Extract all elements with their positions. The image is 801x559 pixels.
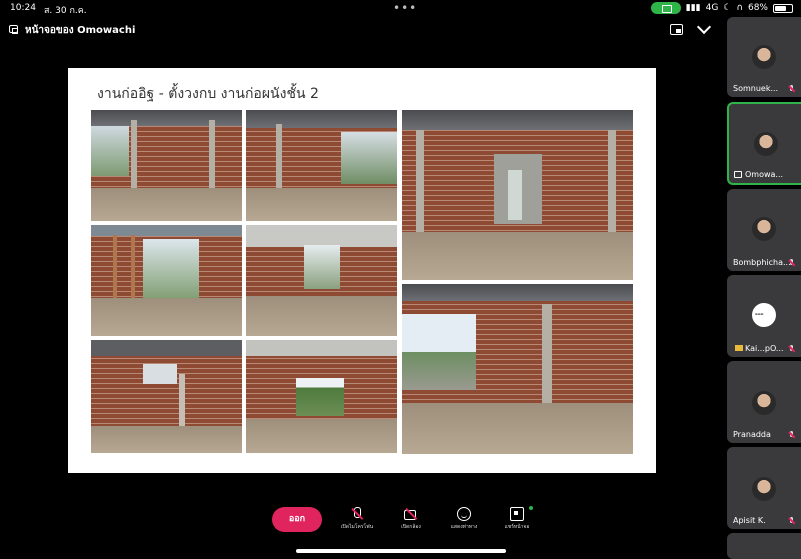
headphones-icon: ∩ [736, 3, 743, 13]
meeting-title: หน้าจอของ Omowachi [25, 25, 136, 36]
construction-photo [246, 225, 397, 336]
meeting-header: หน้าจอของ Omowachi [0, 19, 725, 40]
avatar [752, 391, 776, 415]
present-icon [9, 25, 18, 34]
avatar [752, 477, 776, 501]
mic-off-icon [350, 507, 364, 521]
camera-toggle-button[interactable]: เปิดกล้อง [389, 507, 433, 530]
mic-off-icon [788, 345, 795, 352]
home-indicator[interactable] [296, 549, 506, 553]
participant-tile[interactable]: Pranadda [727, 361, 801, 443]
screen-share-pill-icon[interactable] [650, 2, 681, 14]
mic-off-icon [788, 259, 795, 266]
construction-photo [246, 340, 397, 453]
construction-photo [91, 340, 242, 453]
camera-label: เปิดกล้อง [401, 524, 421, 530]
signal-icon: ▮▮▮ [685, 3, 701, 13]
construction-photo [402, 284, 633, 454]
participant-tile[interactable]: ▬▬▬ Kai...pO... [727, 275, 801, 357]
construction-photo [246, 110, 397, 221]
emoji-icon [457, 507, 471, 521]
network-type: 4G [705, 3, 719, 13]
mic-off-icon [788, 431, 795, 438]
mic-off-icon [788, 517, 795, 524]
construction-photo [91, 225, 242, 336]
share-screen-button[interactable]: แชร์หน้าจอ [495, 507, 539, 530]
participant-name: Omowa... [745, 170, 784, 179]
mic-label: เปิดไมโครโฟน [340, 524, 374, 530]
slide-title: งานก่ออิฐ - ตั้งวงกบ งานก่อผนังชั้น 2 [97, 86, 319, 102]
participant-tile[interactable]: Bombphicha... [727, 189, 801, 271]
clock: 10:24 [10, 3, 36, 13]
camera-off-icon [404, 507, 418, 521]
participant-name: Somnuek... [733, 84, 779, 93]
screen-share-indicator-icon [734, 171, 742, 178]
reactions-button[interactable]: แสดงท่าทาง [442, 507, 486, 530]
date: ส. 30 ก.ค. [43, 6, 87, 16]
host-icon [735, 345, 743, 351]
participant-tile[interactable]: Apisit K. [727, 447, 801, 529]
multitask-dots-icon[interactable]: ••• [393, 1, 417, 15]
moon-icon: ☾ [723, 3, 732, 13]
shared-slide: งานก่ออิฐ - ตั้งวงกบ งานก่อผนังชั้น 2 [68, 68, 656, 473]
avatar [752, 217, 776, 241]
participant-name: Bombphicha... [733, 258, 791, 267]
construction-photo [402, 110, 633, 280]
participant-tile[interactable]: Somnuek... [727, 17, 801, 97]
share-label: แชร์หน้าจอ [504, 524, 530, 530]
participant-name: Pranadda [733, 430, 771, 439]
layout-icon[interactable] [670, 24, 683, 35]
mic-toggle-button[interactable]: เปิดไมโครโฟน [335, 507, 379, 530]
participant-name: Kai...pO... [745, 344, 784, 353]
leave-button[interactable]: ออก [272, 507, 322, 532]
participant-name: Apisit K. [733, 516, 766, 525]
status-bar: 10:24 ส. 30 ก.ค. ••• ▮▮▮ 4G ☾ ∩ 68% [0, 0, 801, 18]
mic-off-icon [788, 85, 795, 92]
battery-icon [773, 3, 793, 13]
share-screen-icon [510, 507, 524, 521]
share-active-dot [529, 506, 533, 510]
participant-tile-partial[interactable] [727, 533, 801, 559]
battery-percent: 68% [747, 3, 768, 13]
reactions-label: แสดงท่าทาง [450, 524, 478, 530]
avatar [752, 45, 776, 69]
chevron-down-icon[interactable] [696, 19, 712, 35]
construction-photo [91, 110, 242, 221]
avatar: ▬▬▬ [752, 303, 776, 327]
participant-tile-active[interactable]: Omowa... [727, 102, 801, 185]
avatar [754, 132, 778, 156]
